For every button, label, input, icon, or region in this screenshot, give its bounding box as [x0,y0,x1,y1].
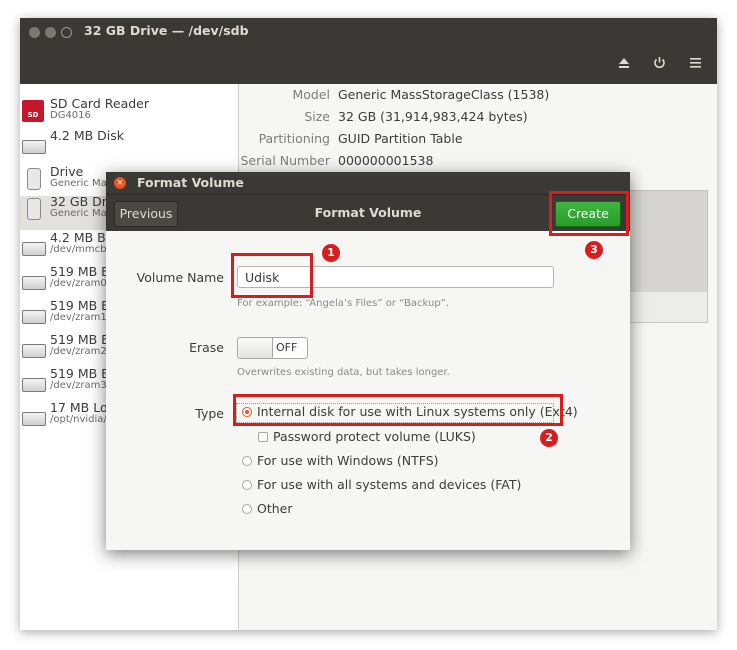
window-maximize-icon[interactable] [61,27,72,38]
hard-disk-icon [22,242,46,256]
model-value: Generic MassStorageClass (1538) [338,87,550,102]
partitioning-value: GUID Partition Table [338,131,463,146]
size-label: Size [304,109,330,124]
usb-drive-icon [27,168,41,190]
hard-disk-icon [22,276,46,290]
serial-label: Serial Number [240,153,330,168]
hard-disk-icon [22,412,46,426]
radio-other[interactable] [242,504,252,514]
size-value: 32 GB (31,914,983,424 bytes) [338,109,528,124]
annotation-badge-3: 3 [585,241,603,259]
sidebar-item-label: SD Card Reader [50,96,149,111]
power-icon [653,57,665,69]
erase-hint: Overwrites existing data, but takes long… [237,367,450,378]
volume-name-label: Volume Name [136,270,224,285]
annotation-box-ext4 [233,394,563,426]
annotation-box-volume-name [231,253,313,298]
menu-icon [689,58,701,68]
hard-disk-icon [22,344,46,358]
type-label: Type [195,406,224,421]
window-close-icon[interactable] [29,27,40,38]
sidebar-item-4mb-disk[interactable]: 4.2 MB Disk [20,128,238,164]
sidebar-item-sublabel: /dev/zram2 [50,346,107,357]
sidebar-item-sublabel: /opt/nvidia/ [50,414,107,425]
sidebar-item-sublabel: /dev/zram1 [50,312,107,323]
luks-label[interactable]: Password protect volume (LUKS) [273,429,476,444]
sidebar-item-sublabel: /dev/zram3 [50,380,107,391]
header-bar: 32 GB Drive — /dev/sdb [20,18,717,84]
sd-card-icon: SD [22,100,44,122]
sidebar-item-label: Drive [50,164,84,179]
sidebar-item-label: 4.2 MB Disk [50,128,125,143]
dialog-title: Format Volume [137,175,244,190]
hard-disk-icon [22,378,46,392]
sidebar-item-sd-card-reader[interactable]: SD SD Card Reader DG4016 [20,96,238,132]
eject-icon [619,58,629,68]
option-other-label[interactable]: Other [257,501,293,516]
erase-toggle-state: OFF [276,341,298,354]
erase-label: Erase [189,340,224,355]
model-label: Model [292,87,330,102]
partitioning-label: Partitioning [258,131,330,146]
annotation-badge-1: 1 [322,244,340,262]
usb-drive-icon [27,198,41,220]
radio-ntfs[interactable] [242,456,252,466]
option-ntfs-label[interactable]: For use with Windows (NTFS) [257,453,439,468]
window-title: 32 GB Drive — /dev/sdb [84,23,249,38]
erase-toggle-knob [238,338,273,358]
hard-disk-icon [22,310,46,324]
option-fat-label[interactable]: For use with all systems and devices (FA… [257,477,521,492]
sidebar-item-sublabel: /dev/zram0 [50,278,107,289]
hard-disk-icon [22,140,46,154]
radio-fat[interactable] [242,480,252,490]
window-minimize-icon[interactable] [45,27,56,38]
annotation-badge-2: 2 [540,429,558,447]
sidebar-item-sublabel: DG4016 [50,110,91,121]
menu-button[interactable] [682,52,708,74]
power-button[interactable] [646,52,672,74]
serial-value: 000000001538 [338,153,434,168]
erase-toggle[interactable]: OFF [237,337,308,359]
luks-checkbox[interactable] [258,432,268,442]
close-icon[interactable]: × [114,177,126,189]
annotation-box-create [549,191,629,236]
volume-name-hint: For example: “Angela’s Files” or “Backup… [237,298,450,309]
eject-button[interactable] [611,52,637,74]
